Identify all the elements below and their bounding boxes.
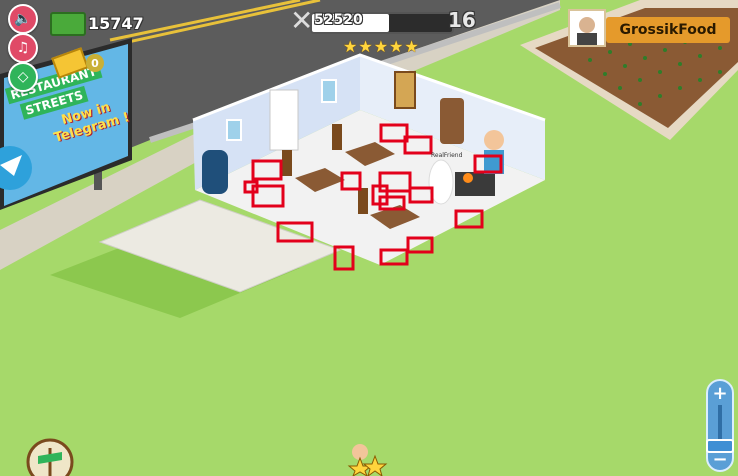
player-name: GrossikFood [606,17,730,43]
gold-counter: 0 [86,54,104,72]
window [226,119,242,141]
rating-star-icon: ★ [389,37,404,56]
mailbox[interactable] [202,150,228,194]
zoom-out-button[interactable]: − [708,449,732,470]
rating-star-icon: ★ [343,37,358,56]
chair[interactable] [332,124,342,150]
settings-icon: ◇ [17,69,29,85]
npc-label: RealFriend [431,152,463,159]
profile-panel[interactable]: GrossikFood [568,9,730,47]
music-icon: ♫ [16,40,30,56]
xp-counter: 52520 [314,12,363,28]
coins-counter: 15747 [88,14,144,33]
rating-star-icon: ★ [358,37,373,56]
sound-icon: 🔈 [14,11,32,27]
wall-picture [394,71,416,109]
stove[interactable] [455,172,495,196]
chef[interactable] [484,130,504,150]
music-toggle-button[interactable]: ♫ [8,33,38,63]
level-badge: 16 [448,8,476,32]
stove-flame [463,173,473,183]
counter-panel[interactable] [440,98,464,144]
chair[interactable] [282,150,292,176]
zoom-in-button[interactable]: + [708,383,732,404]
window [321,79,337,103]
sound-toggle-button[interactable]: 🔈 [8,4,38,34]
zoom-control[interactable]: + − [706,379,734,472]
avatar[interactable] [568,9,606,47]
cash-icon [50,12,86,36]
settings-button[interactable]: ◇ [8,62,38,92]
chair[interactable] [358,188,368,214]
restaurant-door[interactable] [269,89,299,151]
rating-star-icon: ★ [373,37,389,56]
rating-stars: ★ ★ ★ ★ ★ [343,37,419,56]
rating-star-icon: ★ [404,37,419,56]
